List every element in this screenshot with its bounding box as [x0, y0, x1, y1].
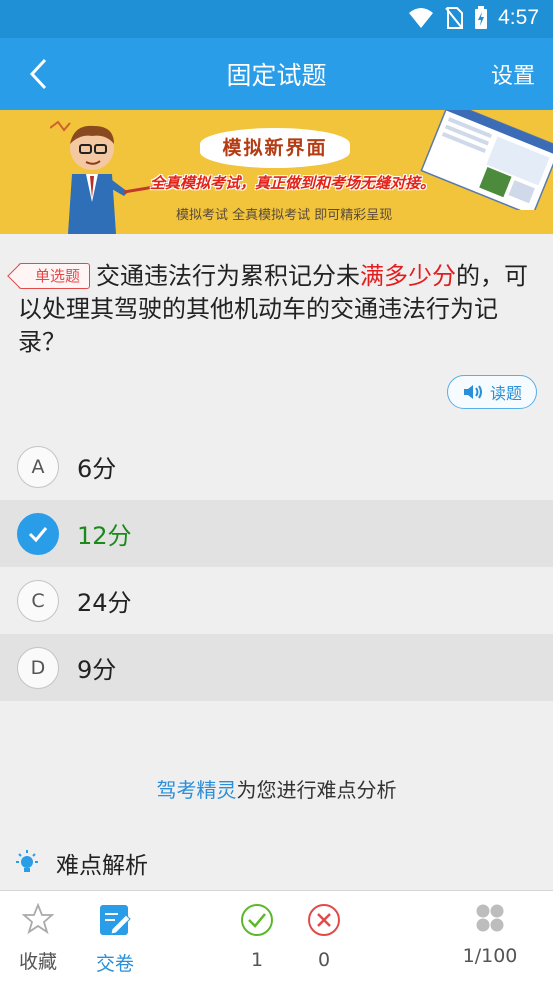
- settings-button[interactable]: 设置: [491, 58, 535, 90]
- screenshot-thumbnail: [420, 110, 553, 210]
- option-c-text: 24分: [77, 589, 132, 617]
- status-icons: 4:57: [408, 6, 539, 30]
- analysis-note: 驾考精灵为您进行难点分析: [0, 774, 553, 803]
- question-area: 单选题 交通违法行为累积记分未满多少分的，可以处理其驾驶的其他机动车的交通违法行为…: [0, 234, 553, 432]
- question-grid-button[interactable]: 1/100: [450, 903, 530, 967]
- favorite-button[interactable]: 收藏: [0, 903, 78, 974]
- option-a-letter: A: [17, 445, 59, 488]
- banner-subtitle: 全真模拟考试，真正做到和考场无缝对接。: [150, 174, 436, 192]
- analysis-text: 为您进行难点分析: [236, 778, 397, 802]
- option-c[interactable]: C 24分: [0, 567, 553, 634]
- option-c-letter: C: [17, 579, 59, 622]
- favorite-label: 收藏: [18, 951, 57, 973]
- question-text-start: 交通违法行为累积记分未: [96, 262, 361, 290]
- bottom-bar: 收藏 交卷 1 0 1/100: [0, 890, 553, 983]
- wrong-count-value: 0: [317, 949, 331, 971]
- difficulty-analysis-header: 难点解析: [0, 836, 553, 890]
- question-highlight: 满多少分: [360, 262, 457, 290]
- option-d-text: 9分: [77, 656, 117, 684]
- page-title: 固定试题: [226, 61, 327, 90]
- wifi-icon: [409, 8, 434, 28]
- banner-title: 模拟新界面: [200, 128, 350, 168]
- option-d-letter: D: [17, 646, 59, 689]
- speaker-icon: [463, 385, 482, 399]
- question-text: 单选题 交通违法行为累积记分未满多少分的，可以处理其驾驶的其他机动车的交通违法行为…: [18, 260, 538, 359]
- wrong-count: 0: [284, 903, 364, 971]
- promo-banner[interactable]: 模拟新界面 全真模拟考试，真正做到和考场无缝对接。 模拟考试 全真模拟考试 即可…: [0, 110, 553, 234]
- option-a[interactable]: A 6分: [0, 433, 553, 500]
- submit-exam-button[interactable]: 交卷: [75, 903, 155, 976]
- correct-count-value: 1: [250, 949, 264, 971]
- banner-tagline: 模拟考试 全真模拟考试 即可精彩呈现: [176, 208, 393, 223]
- star-icon: [22, 903, 54, 935]
- app-bar: 固定试题 设置: [0, 38, 553, 110]
- option-b-text: 12分: [77, 522, 132, 550]
- option-d[interactable]: D 9分: [0, 634, 553, 701]
- read-question-button[interactable]: 读题: [447, 375, 537, 409]
- grid-icon: [476, 904, 504, 932]
- correct-check-icon: [241, 904, 273, 936]
- wrong-x-icon: [308, 904, 340, 936]
- battery-charging-icon: [475, 6, 488, 29]
- status-bar: 4:57: [0, 0, 553, 38]
- option-a-text: 6分: [77, 455, 117, 483]
- lightbulb-icon: [16, 850, 38, 872]
- option-b[interactable]: 12分: [0, 500, 553, 567]
- no-sim-icon: [445, 7, 464, 29]
- checkmark-icon: [28, 526, 48, 542]
- submit-exam-label: 交卷: [95, 953, 134, 975]
- read-question-label: 读题: [489, 384, 522, 403]
- option-b-selected-marker: [17, 512, 59, 555]
- progress-counter: 1/100: [462, 945, 518, 967]
- analysis-brand-link[interactable]: 驾考精灵: [157, 778, 237, 802]
- status-time: 4:57: [498, 6, 539, 29]
- submit-paper-icon: [100, 905, 131, 935]
- difficulty-title: 难点解析: [56, 853, 148, 879]
- question-type-badge: 单选题: [18, 263, 91, 289]
